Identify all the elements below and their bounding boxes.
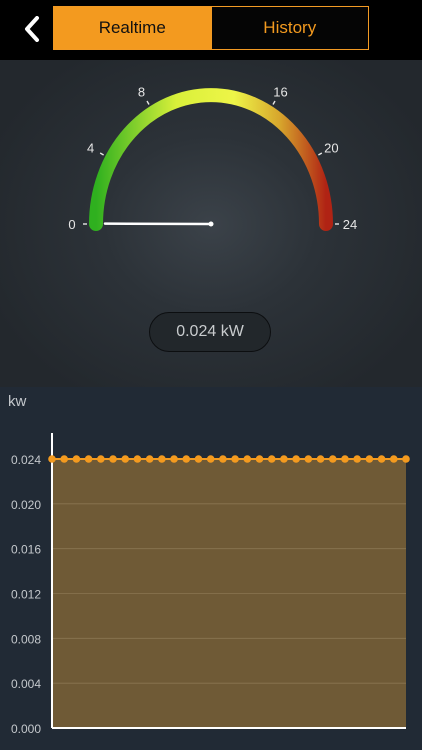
power-chart-panel: kw 0.000 0.004 0.008 0.012 0.016 0.020 0.024	[0, 387, 422, 750]
y-tick-label: 0.024	[11, 453, 41, 467]
y-tick-label: 0.008	[11, 632, 41, 646]
gauge-tick-label: 8	[138, 84, 145, 99]
gauge-tick-label: 4	[87, 141, 94, 156]
tab-history[interactable]: History	[210, 7, 368, 49]
data-point	[328, 455, 337, 463]
gauge-tick	[318, 152, 323, 156]
data-point	[145, 455, 154, 463]
gauge-tick-label: 0	[68, 217, 75, 232]
y-tick-label: 0.004	[11, 677, 41, 691]
back-button[interactable]	[16, 12, 48, 46]
data-point	[280, 455, 288, 463]
tab-realtime[interactable]: Realtime	[54, 7, 211, 49]
data-point	[133, 455, 142, 463]
data-point	[206, 455, 215, 463]
data-point	[389, 455, 398, 463]
data-point	[60, 455, 69, 463]
data-point	[243, 455, 252, 463]
data-point	[72, 455, 81, 463]
data-point	[304, 455, 313, 463]
data-point	[267, 455, 276, 463]
gauge-pivot	[208, 221, 214, 227]
y-tick-label: 0.016	[11, 543, 41, 557]
data-point	[316, 455, 325, 463]
y-tick-label: 0.020	[11, 498, 41, 512]
gauge-tick	[146, 100, 150, 105]
data-point	[158, 455, 166, 463]
chevron-left-icon	[25, 16, 39, 42]
gauge-tick	[272, 100, 276, 105]
data-point	[255, 455, 264, 463]
data-point	[231, 455, 239, 463]
gauge-tick	[99, 152, 104, 156]
data-point	[377, 455, 386, 463]
data-point	[84, 455, 93, 463]
data-point	[341, 455, 349, 463]
data-point	[97, 455, 105, 463]
data-point	[48, 455, 56, 463]
view-segmented-control: Realtime History	[53, 6, 369, 50]
gauge-tick-label: 20	[324, 141, 338, 156]
data-point	[170, 455, 178, 463]
data-point	[219, 455, 227, 463]
data-point	[121, 455, 130, 463]
power-readout: 0.024 kW	[149, 312, 271, 352]
data-point	[402, 455, 410, 463]
data-point	[365, 455, 374, 463]
gauge-panel: 0 4 8 16 20 24 0.024 kW	[0, 60, 422, 387]
data-point	[194, 455, 203, 463]
y-tick-label: 0.000	[11, 722, 41, 736]
power-chart: 0.000 0.004 0.008 0.012 0.016 0.020 0.024	[11, 433, 410, 736]
data-point	[109, 455, 117, 463]
y-tick-label: 0.012	[11, 588, 41, 602]
gauge-arc	[89, 88, 333, 231]
data-point	[182, 455, 191, 463]
data-point	[292, 455, 300, 463]
gauge-tick-label: 24	[343, 217, 357, 232]
top-bar: Realtime History	[0, 0, 422, 60]
gauge-tick-label: 16	[273, 84, 287, 99]
data-point	[353, 455, 361, 463]
